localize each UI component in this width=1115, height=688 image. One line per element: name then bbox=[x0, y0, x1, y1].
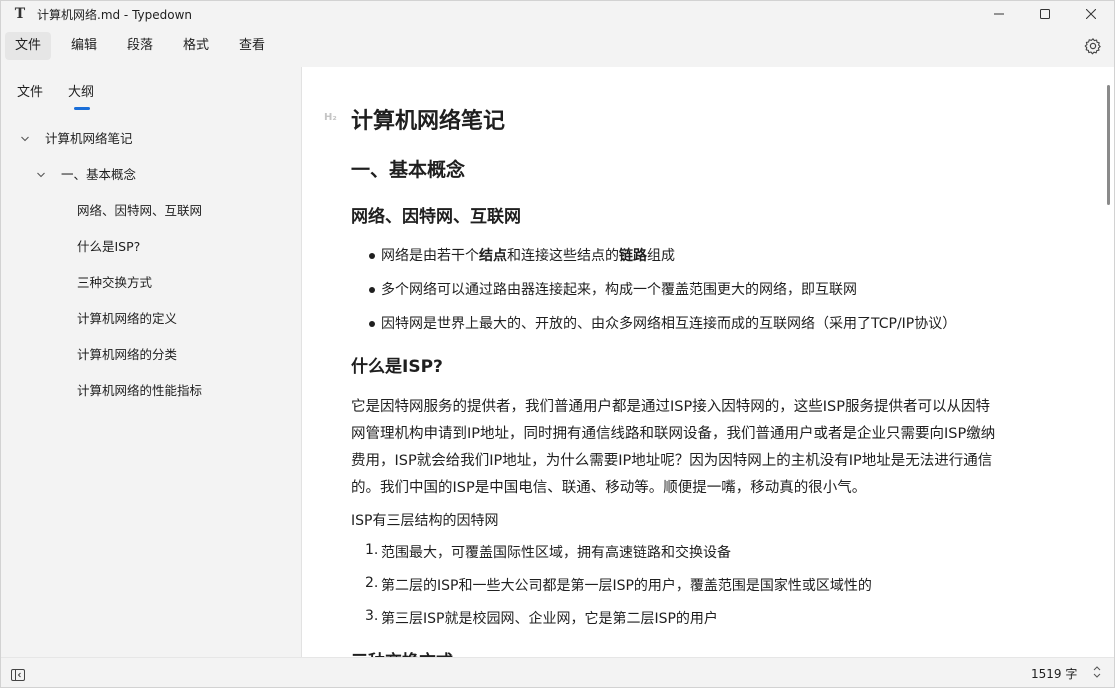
close-icon bbox=[1086, 9, 1096, 19]
outline-item[interactable]: 网络、因特网、互联网 bbox=[77, 193, 202, 229]
sidebar-toggle-icon bbox=[11, 669, 25, 681]
maximize-button[interactable] bbox=[1022, 1, 1068, 27]
paragraph-line: 网管理机构申请到IP地址，同时拥有通信线路和联网设备，我们普通用户或者是企业只需… bbox=[351, 426, 996, 442]
list-item-text: 第三层ISP就是校园网、企业网，它是第二层ISP的用户 bbox=[381, 611, 718, 627]
list-item-text: 范围最大，可覆盖国际性区域，拥有高速链路和交换设备 bbox=[381, 545, 731, 561]
section-heading: 三种交换方式 bbox=[351, 647, 453, 657]
menu-edit[interactable]: 编辑 bbox=[61, 32, 107, 60]
paragraph: ISP有三层结构的因特网 bbox=[351, 513, 499, 529]
menu-paragraph[interactable]: 段落 bbox=[117, 32, 163, 60]
paragraph-line: 它是因特网服务的提供者，我们普通用户都是通过ISP接入因特网的，这些ISP服务提… bbox=[351, 399, 990, 415]
section-heading: 网络、因特网、互联网 bbox=[351, 207, 521, 227]
editor-scrollbar[interactable] bbox=[1107, 85, 1110, 205]
maximize-icon bbox=[1040, 9, 1050, 19]
chevron-down-icon bbox=[21, 136, 29, 142]
list-item-text: 网络是由若干个结点和连接这些结点的链路组成 bbox=[381, 248, 675, 264]
list-number: 1. bbox=[365, 542, 379, 558]
outline-item-label: 一、基本概念 bbox=[61, 167, 137, 182]
minimize-icon bbox=[994, 13, 1004, 15]
outline-item[interactable]: 计算机网络的性能指标 bbox=[77, 373, 202, 409]
section-heading: 什么是ISP? bbox=[351, 357, 443, 377]
outline-item-label: 计算机网络笔记 bbox=[45, 131, 133, 146]
list-item-text: 多个网络可以通过路由器连接起来，构成一个覆盖范围更大的网络，即互联网 bbox=[381, 282, 857, 298]
app-window: T 计算机网络.md - Typedown 文件 编辑 段落 格式 查看 文件 … bbox=[0, 0, 1115, 688]
menu-view[interactable]: 查看 bbox=[229, 32, 275, 60]
outline-item[interactable]: 计算机网络的分类 bbox=[77, 337, 177, 373]
tab-outline[interactable]: 大纲 bbox=[68, 81, 94, 100]
list-number: 2. bbox=[365, 575, 379, 591]
gear-icon bbox=[1084, 38, 1101, 55]
chevron-down-icon bbox=[37, 172, 45, 178]
close-button[interactable] bbox=[1068, 1, 1114, 27]
paragraph: 它是因特网服务的提供者，我们普通用户都是通过ISP接入因特网的，这些ISP服务提… bbox=[351, 394, 1063, 502]
window-title: 计算机网络.md - Typedown bbox=[37, 8, 193, 22]
list-item-text: 第二层的ISP和一些大公司都是第一层ISP的用户，覆盖范围是国家性或区域性的 bbox=[381, 578, 872, 594]
list-number: 3. bbox=[365, 608, 379, 624]
toggle-sidebar-button[interactable] bbox=[11, 666, 25, 681]
chevron-up-down-icon bbox=[1093, 666, 1101, 678]
document-heading-2: 一、基本概念 bbox=[351, 159, 466, 181]
app-logo-icon: T bbox=[14, 6, 26, 22]
outline-item[interactable]: 一、基本概念 bbox=[1, 157, 301, 193]
menu-file[interactable]: 文件 bbox=[5, 32, 52, 60]
bullet-icon bbox=[369, 253, 375, 259]
active-tab-indicator bbox=[74, 107, 90, 110]
outline-item[interactable]: 三种交换方式 bbox=[77, 265, 152, 301]
document-heading-1: 计算机网络笔记 bbox=[351, 109, 506, 134]
title-bar: T 计算机网络.md - Typedown bbox=[1, 1, 1114, 27]
outline-item[interactable]: 计算机网络的定义 bbox=[77, 301, 177, 337]
outline-item[interactable]: 计算机网络笔记 bbox=[1, 121, 301, 157]
outline-item[interactable]: 什么是ISP? bbox=[77, 229, 140, 265]
editor-pane[interactable]: H₂ 计算机网络笔记 一、基本概念 网络、因特网、互联网 网络是由若干个结点和连… bbox=[302, 67, 1114, 657]
paragraph-line: 的。我们中国的ISP是中国电信、联通、移动等。顺便提一嘴，移动真的很小气。 bbox=[351, 480, 867, 496]
status-bar: 1519 字 bbox=[1, 657, 1114, 687]
settings-button[interactable] bbox=[1084, 37, 1102, 55]
minimize-button[interactable] bbox=[976, 1, 1022, 27]
paragraph-line: 费用，ISP就会给我们IP地址，为什么需要IP地址呢？因为因特网上的主机没有IP… bbox=[351, 453, 993, 469]
word-count-toggle[interactable] bbox=[1092, 664, 1102, 680]
bullet-icon bbox=[369, 287, 375, 293]
list-item-text: 因特网是世界上最大的、开放的、由众多网络相互连接而成的互联网络（采用了TCP/I… bbox=[381, 316, 957, 332]
menu-format[interactable]: 格式 bbox=[173, 32, 219, 60]
sidebar: 文件 大纲 计算机网络笔记 一、基本概念 网络、因特网、互联网 什么是ISP? … bbox=[1, 67, 302, 657]
tab-files[interactable]: 文件 bbox=[17, 81, 43, 100]
word-count[interactable]: 1519 字 bbox=[1031, 665, 1077, 682]
bullet-icon bbox=[369, 321, 375, 327]
heading-level-marker: H₂ bbox=[324, 112, 337, 123]
menu-bar: 文件 编辑 段落 格式 查看 bbox=[1, 29, 1114, 63]
